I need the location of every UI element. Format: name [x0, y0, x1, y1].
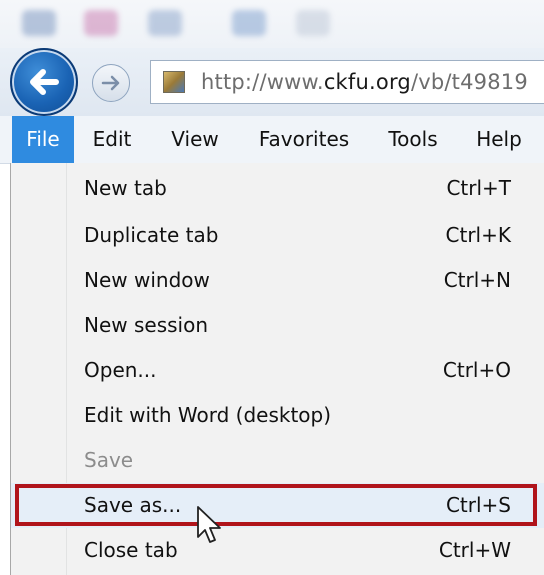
page-icon[interactable]	[296, 10, 330, 36]
url-prefix: http://www.	[201, 70, 324, 94]
menu-item-open[interactable]: Open... Ctrl+O	[11, 348, 544, 393]
print-icon[interactable]	[232, 10, 266, 36]
menu-item-shortcut	[411, 438, 511, 483]
feeds-icon[interactable]	[84, 10, 118, 36]
menu-item-label: Save as...	[84, 493, 182, 517]
menu-item-label: New tab	[84, 176, 167, 200]
home-icon[interactable]	[22, 10, 56, 36]
menu-edit[interactable]: Edit	[84, 116, 140, 163]
url-path: /vb/t49819	[410, 70, 528, 94]
forward-button[interactable]	[92, 64, 130, 102]
menu-item-shortcut: Ctrl+O	[442, 358, 511, 382]
url-text: http://www.ckfu.org/vb/t49819	[201, 70, 528, 94]
menu-favorites[interactable]: Favorites	[248, 116, 360, 163]
menu-item-label: Edit with Word (desktop)	[84, 403, 332, 427]
navigation-bar: http://www.ckfu.org/vb/t49819	[0, 48, 544, 116]
menu-item-label: Duplicate tab	[84, 223, 219, 247]
menu-file[interactable]: File	[12, 116, 74, 163]
menu-item-shortcut: Ctrl+W	[438, 538, 511, 562]
url-domain: ckfu.org	[323, 70, 411, 94]
menu-item-save: Save	[11, 438, 544, 483]
menu-item-shortcut	[411, 393, 511, 438]
menu-item-label: New window	[84, 268, 210, 292]
site-favicon	[163, 71, 185, 93]
menu-item-shortcut	[411, 303, 511, 348]
file-dropdown-menu: New tab Ctrl+T Duplicate tab Ctrl+K New …	[10, 163, 544, 575]
menu-item-new-tab[interactable]: New tab Ctrl+T	[11, 166, 544, 211]
address-bar[interactable]: http://www.ckfu.org/vb/t49819	[150, 60, 544, 104]
menu-item-shortcut: Ctrl+S	[445, 493, 511, 517]
menu-view[interactable]: View	[162, 116, 228, 163]
menu-item-shortcut: Ctrl+N	[443, 268, 511, 292]
menu-item-new-window[interactable]: New window Ctrl+N	[11, 258, 544, 303]
menu-bar: File Edit View Favorites Tools Help	[0, 116, 544, 164]
menu-item-label: Open...	[84, 358, 157, 382]
menu-item-save-as[interactable]: Save as... Ctrl+S	[11, 483, 544, 528]
back-arrow-icon	[30, 69, 59, 95]
mail-icon[interactable]	[148, 10, 182, 36]
menu-item-shortcut: Ctrl+K	[445, 223, 511, 247]
menu-item-label: Close tab	[84, 538, 178, 562]
toolbar-strip	[0, 0, 544, 48]
menu-tools[interactable]: Tools	[378, 116, 448, 163]
menu-item-edit-with-word[interactable]: Edit with Word (desktop)	[11, 393, 544, 438]
menu-item-label: Save	[84, 448, 134, 472]
back-button[interactable]	[10, 48, 78, 116]
menu-item-new-session[interactable]: New session	[11, 303, 544, 348]
forward-arrow-icon	[101, 75, 120, 91]
menu-item-close-tab[interactable]: Close tab Ctrl+W	[11, 528, 544, 573]
menu-item-duplicate-tab[interactable]: Duplicate tab Ctrl+K	[11, 213, 544, 258]
menu-help[interactable]: Help	[466, 116, 532, 163]
ie-file-menu-screen: http://www.ckfu.org/vb/t49819 File Edit …	[0, 0, 544, 575]
menu-item-label: New session	[84, 313, 209, 337]
menu-item-shortcut: Ctrl+T	[446, 176, 511, 200]
